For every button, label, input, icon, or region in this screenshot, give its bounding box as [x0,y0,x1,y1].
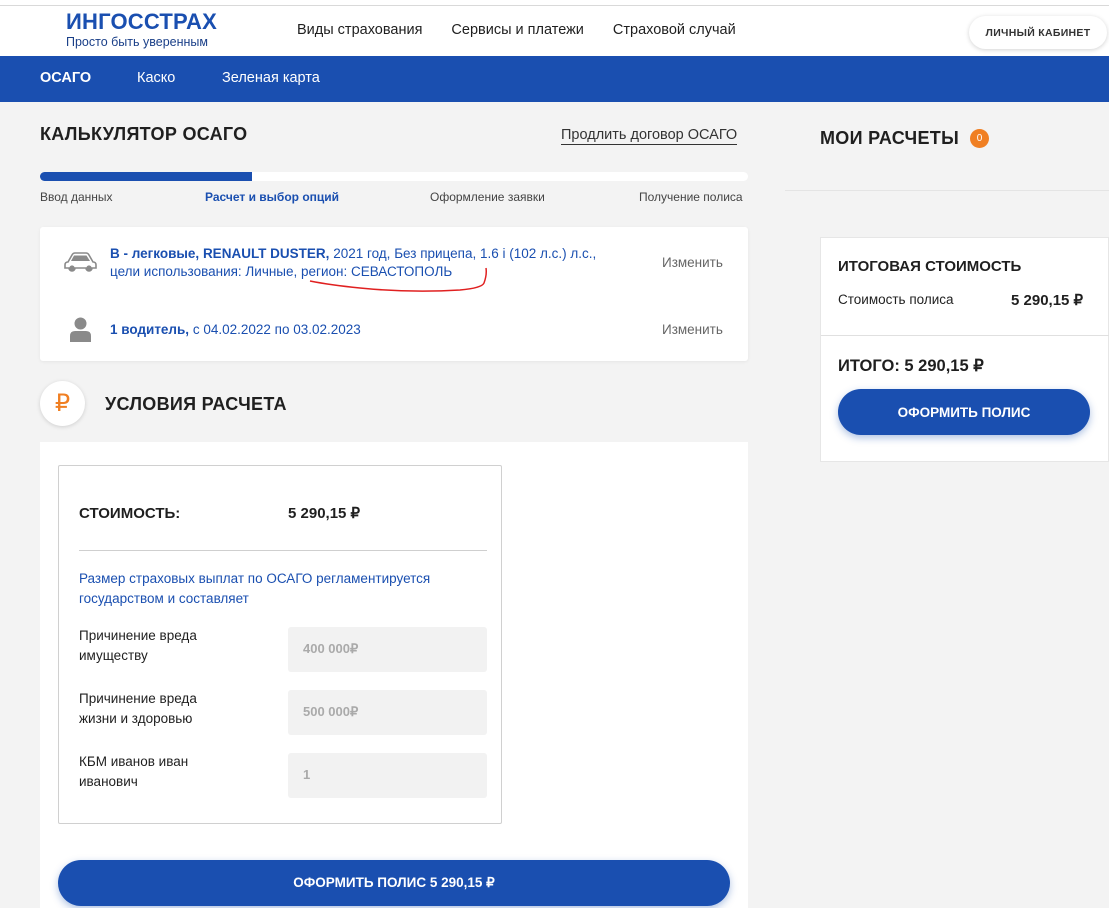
logo[interactable]: ИНГОССТРАХ Просто быть уверенным [66,10,217,50]
page-title: КАЛЬКУЛЯТОР ОСАГО [40,124,248,144]
driver-summary: 1 водитель, с 04.02.2022 по 03.02.2023 [110,321,361,339]
my-calculations-title: МОИ РАСЧЕТЫ [820,128,960,148]
logo-name: ИНГОССТРАХ [66,9,217,34]
policy-cost-value: 5 290,15 ₽ [1011,292,1084,309]
conditions-title: УСЛОВИЯ РАСЧЕТА [105,394,287,414]
health-damage-label: Причинение вреда жизни и здоровью [79,691,197,726]
main-nav: Виды страхования Сервисы и платежи Страх… [297,22,736,38]
step-policy-receipt: Получение полиса [639,190,743,204]
divider [79,550,487,551]
cost-label: СТОИМОСТЬ: [79,505,181,522]
property-damage-label: Причинение вреда имуществу [79,628,197,663]
person-icon [70,317,91,342]
step-application: Оформление заявки [430,190,545,204]
vehicle-summary: В - легковые, RENAULT DUSTER, 2021 год, … [110,245,630,281]
step-calculation: Расчет и выбор опций [205,190,340,204]
car-icon [64,252,97,272]
issue-policy-button[interactable]: ОФОРМИТЬ ПОЛИС 5 290,15 ₽ [58,860,730,906]
logo-tagline: Просто быть уверенным [66,35,208,49]
subnav-kasko[interactable]: Каско [137,70,175,86]
cost-value: 5 290,15 ₽ [288,505,361,522]
personal-cabinet-button[interactable]: ЛИЧНЫЙ КАБИНЕТ [969,16,1107,49]
site-header: ИНГОССТРАХ Просто быть уверенным Виды ст… [0,6,1109,56]
sidebar-divider [785,190,1109,191]
cost-card: СТОИМОСТЬ: 5 290,15 ₽ Размер страховых в… [58,465,502,824]
nav-services-payments[interactable]: Сервисы и платежи [451,22,583,38]
policy-cost-label: Стоимость полиса [838,292,954,307]
total-amount: ИТОГО: 5 290,15 ₽ [838,357,984,375]
renew-contract-link[interactable]: Продлить договор ОСАГО [561,127,738,145]
property-damage-field: 400 000₽ [288,627,487,672]
subnav-green-card[interactable]: Зеленая карта [222,70,320,86]
health-damage-field: 500 000₽ [288,690,487,735]
change-driver-link[interactable]: Изменить [662,322,723,337]
summary-card: В - легковые, RENAULT DUSTER, 2021 год, … [40,227,748,361]
progress-fill [40,172,253,181]
total-divider [821,335,1109,336]
driver-period: с 04.02.2022 по 03.02.2023 [189,322,361,337]
nav-insured-event[interactable]: Страховой случай [613,22,736,38]
vehicle-usage-region: цели использования: Личные, регион: СЕВА… [110,264,453,279]
driver-count: 1 водитель, [110,322,190,337]
total-cost-title: ИТОГОВАЯ СТОИМОСТЬ [838,258,1022,275]
subnav-osago[interactable]: ОСАГО [40,70,91,86]
calculations-count-badge: 0 [970,129,989,148]
payout-note: Размер страховых выплат по ОСАГО регламе… [79,571,431,606]
change-vehicle-link[interactable]: Изменить [662,255,723,270]
kbm-field: 1 [288,753,487,798]
vehicle-details: 2021 год, Без прицепа, 1.6 i (102 л.с.) … [329,246,597,261]
ruble-icon: ₽ [40,381,85,426]
progress-bar [40,172,748,181]
sidebar-issue-policy-button[interactable]: ОФОРМИТЬ ПОЛИС [838,389,1090,435]
step-data-entry: Ввод данных [40,190,113,204]
vehicle-category: В - легковые, RENAULT DUSTER, [110,246,330,261]
kbm-label: КБМ иванов иван иванович [79,754,189,789]
nav-insurance-types[interactable]: Виды страхования [297,22,422,38]
product-subnav: ОСАГО Каско Зеленая карта [0,56,1109,102]
total-cost-card: ИТОГОВАЯ СТОИМОСТЬ Стоимость полиса 5 29… [820,237,1109,462]
